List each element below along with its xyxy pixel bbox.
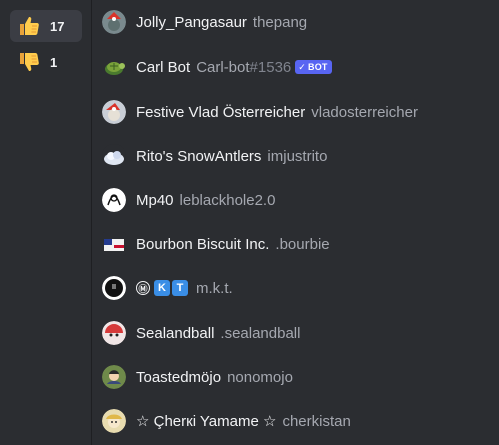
reactor-row[interactable]: ☆ Çherкi Yamame ☆ cherkistan (92, 401, 499, 441)
username: nonomojo (227, 368, 293, 386)
display-name: Toastedmöjo (136, 368, 222, 386)
avatar (102, 232, 126, 256)
display-name: Ⓜ K T (136, 280, 190, 296)
avatar (102, 10, 126, 34)
reaction-list: 17 1 (0, 0, 92, 445)
display-name: Mp40 (136, 191, 174, 209)
reactor-list: Jolly_Pangasaur thepang Carl Bot Carl-bo… (92, 0, 499, 445)
display-name: ☆ Çherкi Yamame ☆ (136, 413, 277, 430)
username: thepang (252, 13, 308, 31)
avatar (102, 55, 126, 79)
thumbs-up-icon (20, 16, 39, 35)
letter-k-icon: K (154, 280, 170, 296)
display-name: Festive Vlad Österreicher (136, 103, 306, 121)
reactor-row[interactable]: Sealandball .sealandball (92, 313, 499, 353)
m-circle-icon: Ⓜ (136, 281, 150, 295)
username: Carl-bot#1536 (196, 58, 292, 76)
avatar (102, 100, 126, 124)
reactor-row[interactable]: Bourbon Biscuit Inc. .bourbie (92, 224, 499, 264)
thumbs-down-icon (20, 53, 39, 72)
reaction-count: 1 (50, 54, 58, 70)
username: cherkistan (282, 412, 351, 430)
reactor-row[interactable]: Rito's SnowAntlers imjustrito (92, 136, 499, 176)
display-name: Carl Bot (136, 58, 191, 76)
reactions-popout: 17 1 Jolly_Pangasaur thepang Carl Bot Ca… (0, 0, 499, 445)
reactor-row[interactable]: Toastedmöjo nonomojo (92, 357, 499, 397)
reactor-row[interactable]: Jolly_Pangasaur thepang (92, 2, 499, 42)
bot-tag: ✓ BOT (295, 60, 332, 74)
avatar (102, 188, 126, 212)
reactor-row[interactable]: Carl Bot Carl-bot#1536 ✓ BOT (92, 47, 499, 87)
discriminator: #1536 (249, 58, 292, 76)
display-name: Sealandball (136, 324, 215, 342)
reactor-row[interactable]: Mp40 leblackhole2.0 (92, 180, 499, 220)
username: .sealandball (220, 324, 301, 342)
username: .bourbie (275, 235, 330, 253)
avatar (102, 409, 126, 433)
reaction-thumbs-down[interactable]: 1 (10, 46, 82, 78)
check-icon: ✓ (298, 61, 307, 72)
display-name: Bourbon Biscuit Inc. (136, 235, 270, 253)
avatar (102, 321, 126, 345)
avatar (102, 365, 126, 389)
letter-t-icon: T (172, 280, 188, 296)
avatar (102, 144, 126, 168)
username: imjustrito (267, 147, 328, 165)
username: leblackhole2.0 (179, 191, 276, 209)
reactor-row[interactable]: Festive Vlad Österreicher vladosterreich… (92, 92, 499, 132)
avatar (102, 276, 126, 300)
display-name: Jolly_Pangasaur (136, 13, 247, 31)
display-name: Rito's SnowAntlers (136, 147, 262, 165)
reaction-thumbs-up[interactable]: 17 (10, 10, 82, 42)
username: m.k.t. (196, 279, 233, 297)
reactor-row[interactable]: Ⓜ K T m.k.t. (92, 268, 499, 308)
username: vladosterreicher (311, 103, 418, 121)
reaction-count: 17 (50, 18, 65, 34)
